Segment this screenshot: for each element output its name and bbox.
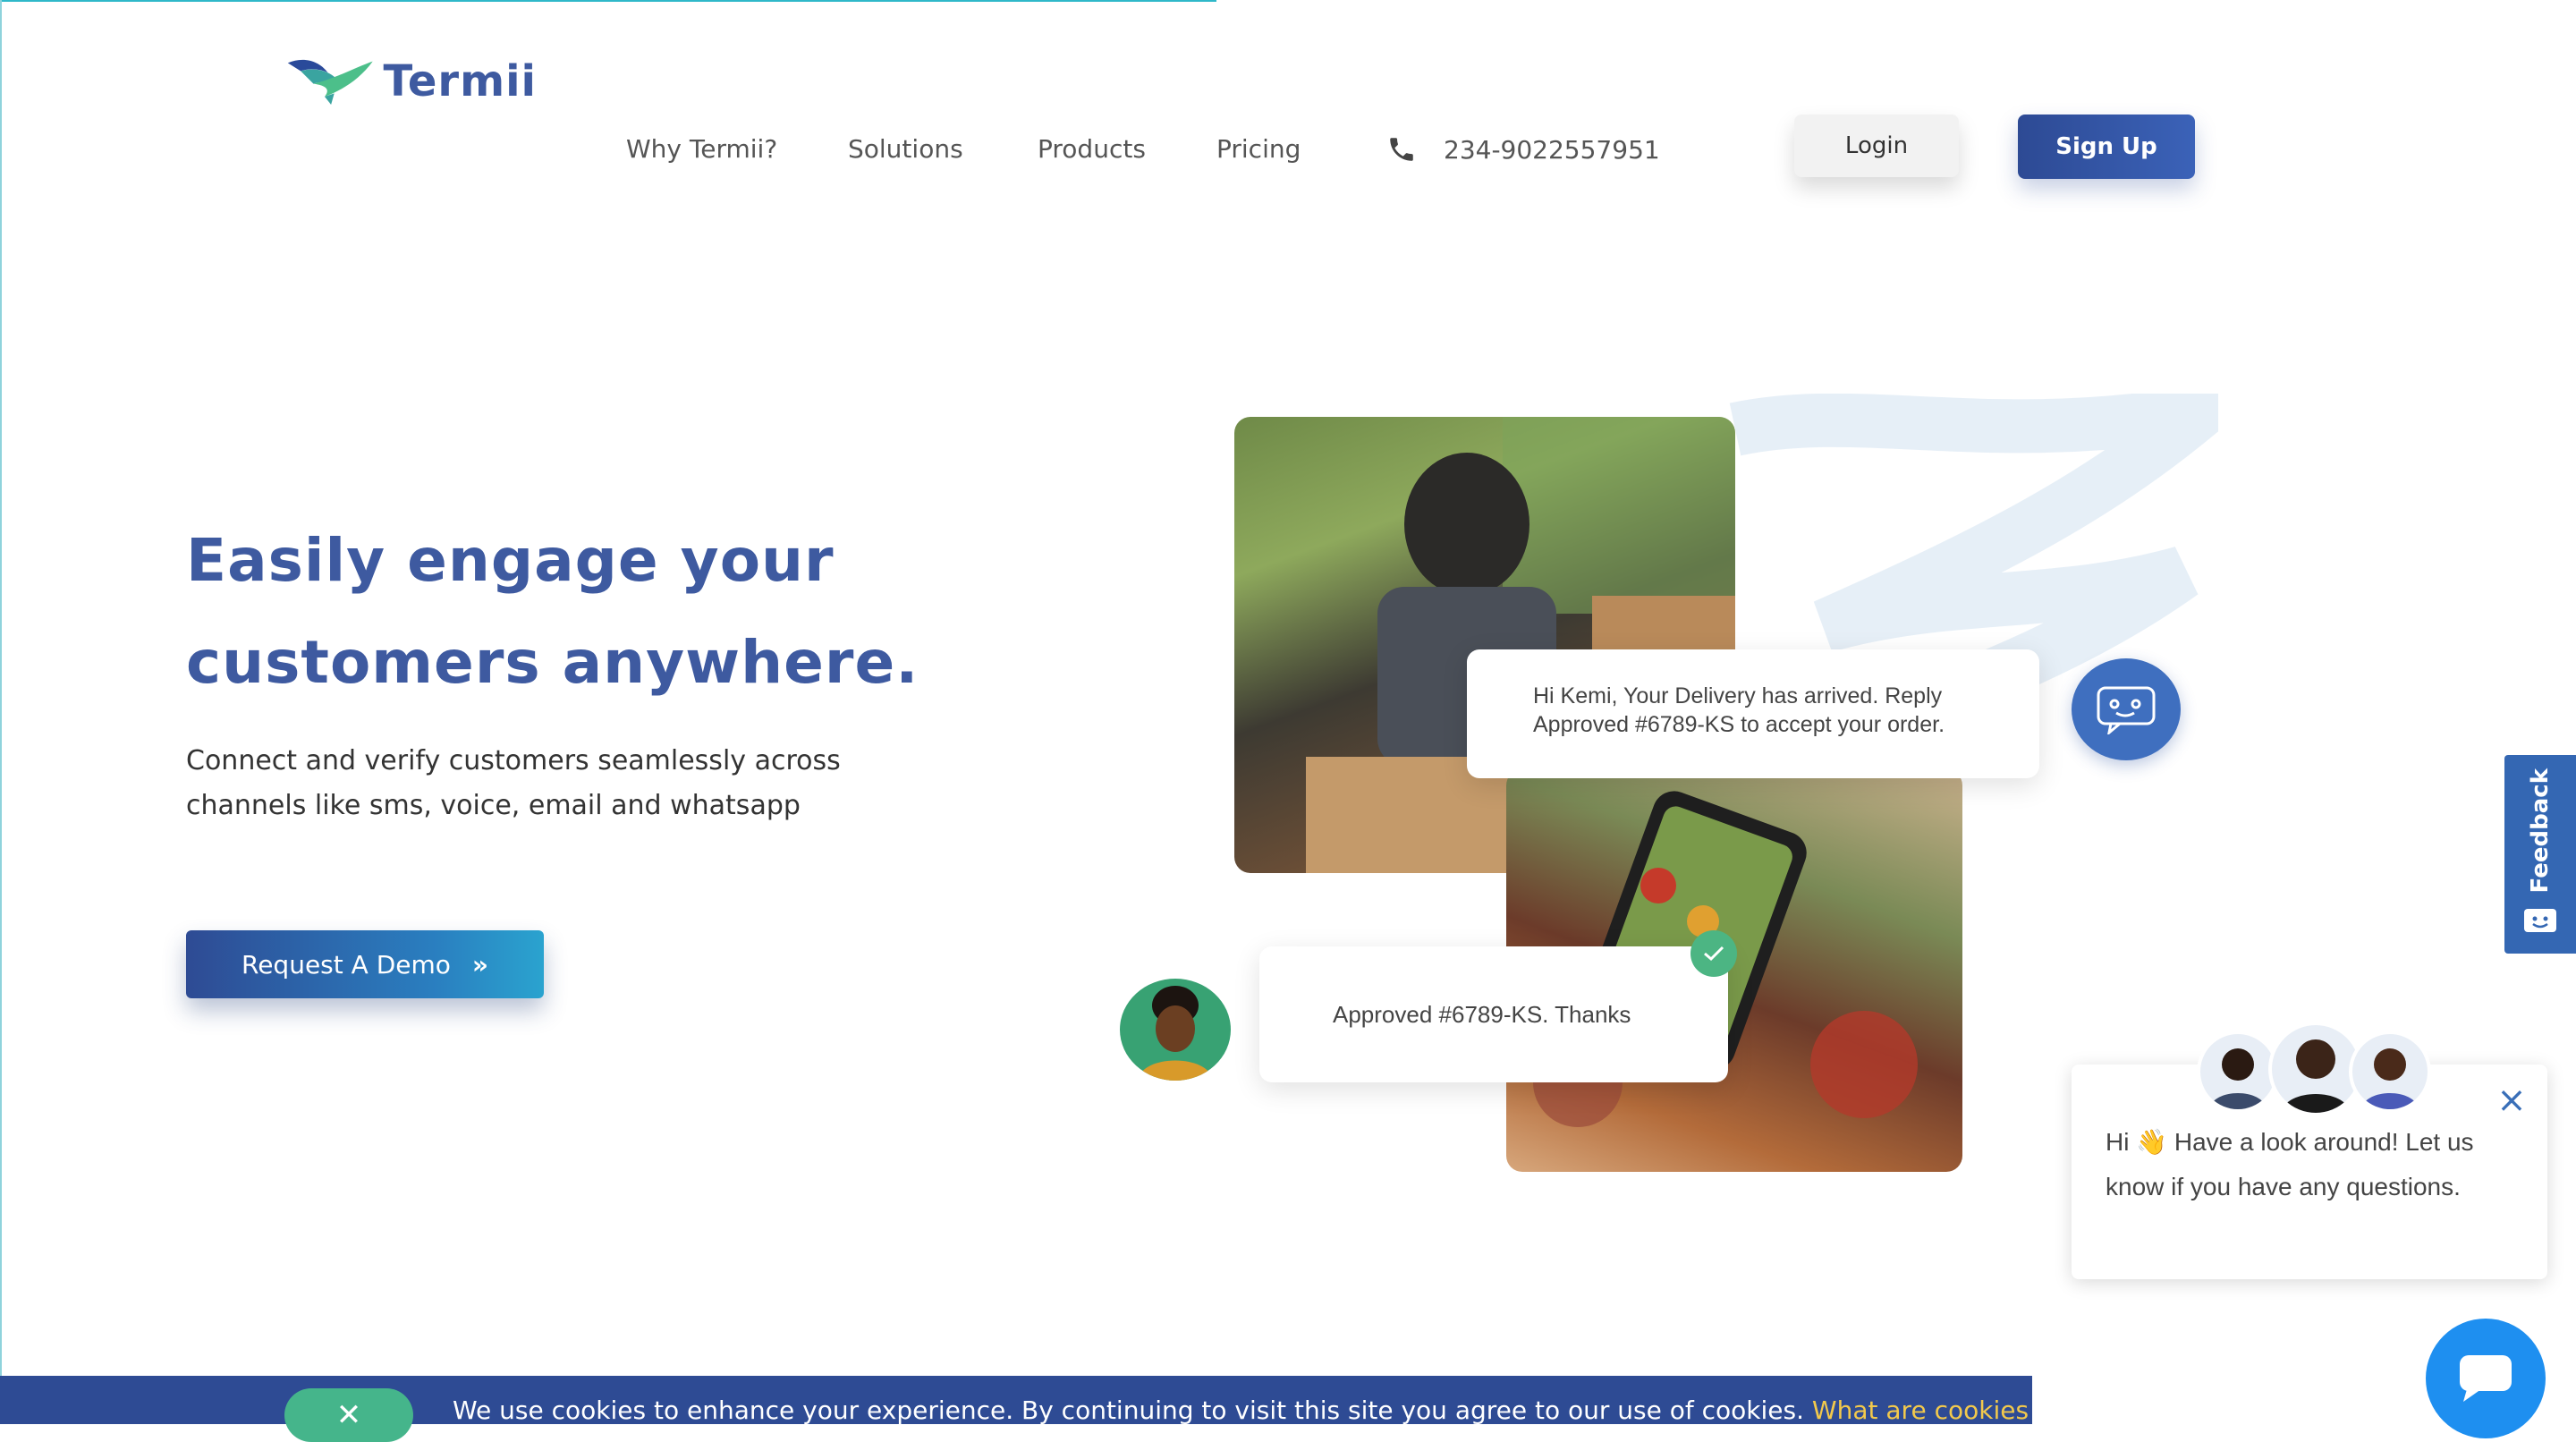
check-icon	[1690, 930, 1737, 977]
page-left-border	[0, 0, 2, 1424]
login-button[interactable]: Login	[1794, 115, 1959, 177]
chat-popup-close-icon[interactable]: ×	[2496, 1082, 2528, 1118]
nav-solutions[interactable]: Solutions	[848, 134, 963, 164]
phone-icon	[1390, 138, 1413, 161]
phone-number: 234-9022557951	[1444, 134, 1660, 165]
hero-title-line-1: Easily engage your	[186, 526, 835, 595]
agent-avatar	[2197, 1031, 2279, 1113]
customer-avatar	[1120, 979, 1231, 1081]
chat-bubble-icon	[2072, 658, 2181, 760]
hero-title: Easily engage your customers anywhere.	[186, 510, 991, 714]
cookie-message: We use cookies to enhance your experienc…	[453, 1395, 2029, 1425]
nav-why-termii[interactable]: Why Termii?	[626, 134, 777, 164]
hero-subtitle-line-2: channels like sms, voice, email and what…	[186, 790, 801, 821]
termii-logo[interactable]: Termii	[286, 50, 537, 113]
close-icon: ✕	[335, 1397, 362, 1433]
incoming-sms-bubble: Hi Kemi, Your Delivery has arrived. Repl…	[1467, 649, 2039, 778]
chat-launcher-button[interactable]	[2426, 1319, 2546, 1438]
hero-subtitle: Connect and verify customers seamlessly …	[186, 739, 973, 828]
termii-bird-icon	[287, 59, 373, 105]
signup-button[interactable]: Sign Up	[2018, 115, 2195, 179]
support-agents-avatars	[2197, 1022, 2431, 1116]
feedback-smiley-icon	[2524, 909, 2556, 932]
page-top-accent-line	[0, 0, 1216, 2]
feedback-tab[interactable]: Feedback	[2504, 755, 2576, 954]
request-demo-button[interactable]: Request A Demo »	[186, 930, 544, 998]
cookie-info-link[interactable]: What are cookies	[1812, 1395, 2029, 1425]
incoming-sms-line-1: Hi Kemi, Your Delivery has arrived. Repl…	[1533, 683, 1943, 708]
chat-greeting-prefix: Hi	[2106, 1128, 2130, 1156]
chat-launcher-icon	[2460, 1355, 2512, 1402]
hero-title-line-2: customers anywhere.	[186, 628, 919, 697]
incoming-sms-line-2: Approved #6789-KS to accept your order.	[1533, 712, 1945, 737]
agent-avatar	[2349, 1031, 2431, 1113]
cookie-close-button[interactable]: ✕	[284, 1388, 413, 1442]
waving-hand-icon: 👋	[2136, 1128, 2168, 1156]
nav-pricing[interactable]: Pricing	[1216, 134, 1301, 164]
outgoing-sms-text: Approved #6789-KS. Thanks	[1333, 1000, 1631, 1028]
double-chevron-right-icon: »	[471, 949, 488, 980]
feedback-label: Feedback	[2527, 768, 2554, 893]
cookie-message-text: We use cookies to enhance your experienc…	[453, 1395, 1805, 1425]
request-demo-label: Request A Demo	[242, 949, 451, 980]
phone-contact[interactable]: 234-9022557951	[1386, 134, 1660, 165]
hero-subtitle-line-1: Connect and verify customers seamlessly …	[186, 745, 841, 776]
nav-products[interactable]: Products	[1038, 134, 1146, 164]
outgoing-sms-bubble: Approved #6789-KS. Thanks	[1259, 946, 1728, 1082]
brand-name: Termii	[383, 56, 537, 106]
